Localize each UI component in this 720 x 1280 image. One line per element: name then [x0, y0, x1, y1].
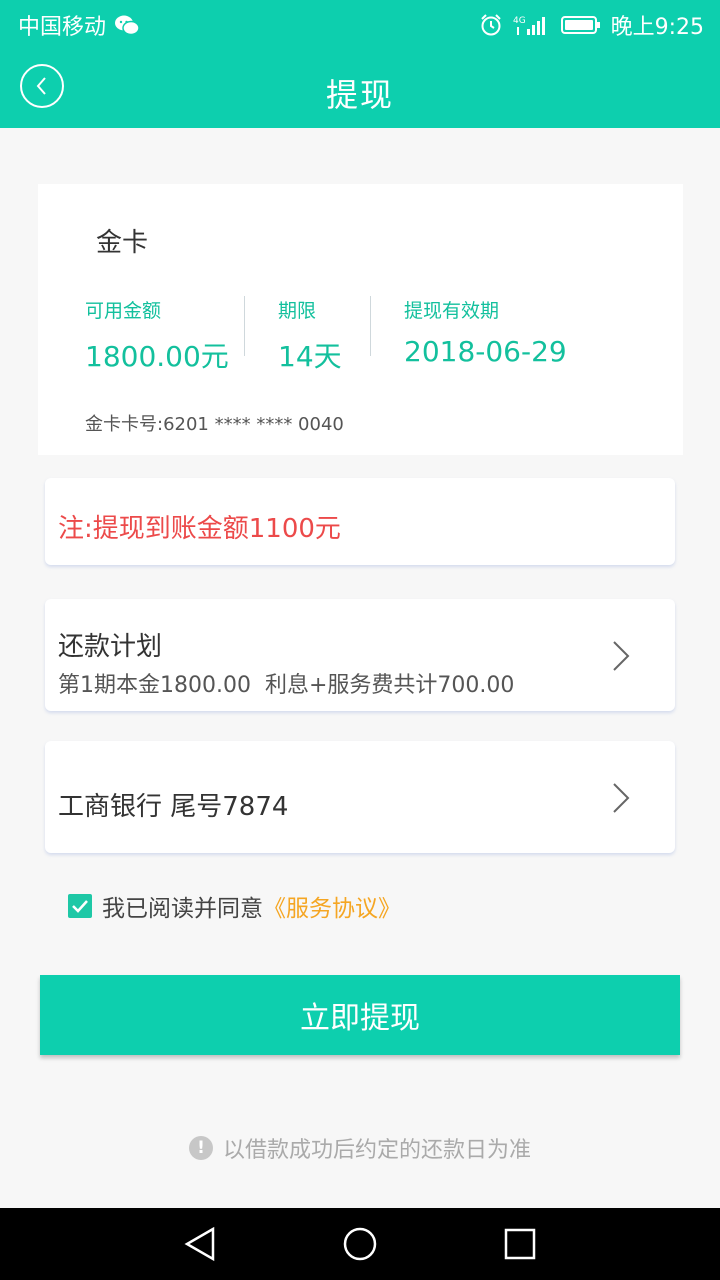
- system-nav-bar: [0, 1208, 720, 1280]
- card-number: 金卡卡号:6201 **** **** 0040: [85, 414, 344, 435]
- alarm-icon: [479, 13, 503, 37]
- divider: [244, 296, 245, 356]
- status-left: 中国移动: [18, 9, 140, 41]
- header: 提现: [0, 50, 720, 128]
- agreement-text: 我已阅读并同意: [102, 896, 263, 922]
- wechat-icon: [114, 14, 140, 36]
- repayment-plan-detail: 第1期本金1800.00 利息+服务费共计700.00: [58, 673, 515, 698]
- agreement-row: 我已阅读并同意 《服务协议》: [68, 889, 401, 923]
- note-panel: 注:提现到账金额1100元: [45, 478, 675, 565]
- signal-icon: 4G: [513, 13, 551, 37]
- available-amount: 可用金额 1800.00元: [85, 296, 229, 375]
- term-value: 14天: [278, 340, 342, 373]
- term-label: 期限: [278, 300, 317, 322]
- validity: 提现有效期 2018-06-29: [404, 296, 567, 368]
- carrier-label: 中国移动: [18, 15, 107, 40]
- validity-value: 2018-06-29: [404, 335, 567, 368]
- bank-card-label: 工商银行 尾号7874: [58, 792, 289, 822]
- page-title: 提现: [325, 76, 394, 114]
- back-triangle-icon[interactable]: [182, 1226, 218, 1262]
- withdraw-now-button[interactable]: 立即提现: [40, 975, 680, 1055]
- check-icon: [72, 900, 88, 913]
- card-name: 金卡: [96, 228, 149, 258]
- status-right: 4G 晚上9:25: [479, 9, 704, 41]
- term: 期限 14天: [278, 296, 342, 375]
- agreement-checkbox[interactable]: [68, 894, 92, 918]
- withdraw-amount-note: 注:提现到账金额1100元: [58, 514, 341, 544]
- hint-row: ! 以借款成功后约定的还款日为准: [0, 1132, 720, 1164]
- chevron-right-icon: [611, 781, 631, 815]
- service-agreement-link[interactable]: 《服务协议》: [263, 889, 401, 923]
- home-circle-icon[interactable]: [342, 1226, 378, 1262]
- network-label: 4G: [513, 16, 526, 26]
- divider: [370, 296, 371, 356]
- validity-label: 提现有效期: [404, 300, 500, 322]
- repayment-plan-row[interactable]: 还款计划 第1期本金1800.00 利息+服务费共计700.00: [45, 599, 675, 711]
- chevron-right-icon: [611, 639, 631, 673]
- bank-card-row[interactable]: 工商银行 尾号7874: [45, 741, 675, 853]
- available-amount-label: 可用金额: [85, 300, 162, 322]
- card-info-panel: 金卡 可用金额 1800.00元 期限 14天 提现有效期 2018-06-29…: [38, 184, 683, 455]
- status-bar: 中国移动 4G 晚上9:25: [0, 0, 720, 50]
- repayment-plan-title: 还款计划: [58, 632, 163, 662]
- available-amount-value: 1800.00元: [85, 340, 229, 373]
- battery-icon: [560, 14, 601, 36]
- info-icon: !: [188, 1136, 213, 1160]
- clock-label: 晚上9:25: [610, 15, 704, 40]
- hint-text: 以借款成功后约定的还款日为准: [222, 1138, 531, 1163]
- recents-square-icon[interactable]: [502, 1226, 538, 1262]
